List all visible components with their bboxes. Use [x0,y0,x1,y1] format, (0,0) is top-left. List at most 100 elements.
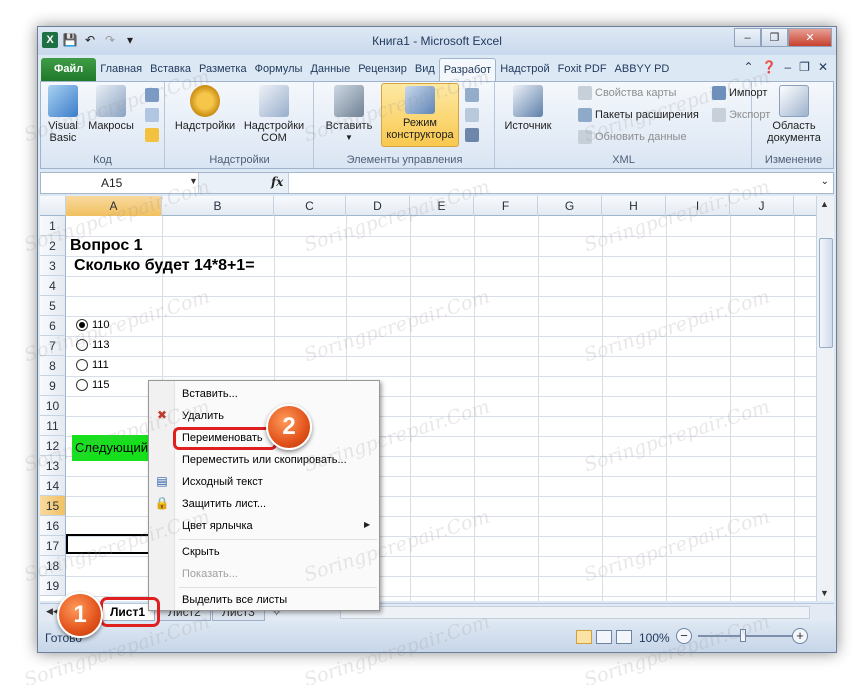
row-header[interactable]: 5 [40,296,66,316]
row-header[interactable]: 16 [40,516,66,536]
minimize-ribbon-icon[interactable]: ⌃ [743,60,753,74]
row-header[interactable]: 1 [40,216,66,236]
row-header[interactable]: 11 [40,416,66,436]
tab-insert[interactable]: Вставка [146,58,195,81]
macro-security-icon[interactable] [145,128,159,142]
wb-minimize-icon[interactable]: – [784,60,791,74]
radio-option-115[interactable]: 115 [76,379,110,391]
tab-page-layout[interactable]: Разметка [195,58,251,81]
expand-formula-icon[interactable]: ⌄ [821,176,829,187]
vertical-scrollbar[interactable]: ▲ ▼ [816,196,834,601]
radio-option-111[interactable]: 111 [76,359,109,371]
row-header[interactable]: 8 [40,356,66,376]
zoom-in-icon[interactable]: + [792,628,808,644]
column-header-e[interactable]: E [410,196,474,216]
menu-item-insert[interactable]: Вставить... [182,388,238,400]
zoom-out-icon[interactable]: − [676,628,692,644]
design-mode-button[interactable]: Режим конструктора [381,83,459,147]
row-header[interactable]: 14 [40,476,66,496]
row-header-selected[interactable]: 15 [40,496,66,516]
radio-option-113[interactable]: 113 [76,339,110,351]
tab-view[interactable]: Вид [411,58,439,81]
name-box[interactable]: A15 [41,173,199,193]
column-header-f[interactable]: F [474,196,538,216]
zoom-level[interactable]: 100% [639,631,670,645]
column-header-a[interactable]: A [66,196,162,216]
cell-a3-question-text[interactable]: Сколько будет 14*8+1= [74,257,255,275]
normal-view-icon[interactable] [576,630,592,644]
document-panel-button[interactable]: Область документа [759,85,829,144]
refresh-data-button[interactable]: Обновить данные [578,130,687,144]
close-button[interactable]: ✕ [788,28,832,47]
page-layout-view-icon[interactable] [596,630,612,644]
menu-item-move-copy[interactable]: Переместить или скопировать... [182,454,347,466]
zoom-slider-track[interactable] [698,635,794,637]
column-header-g[interactable]: G [538,196,602,216]
help-icon[interactable]: ❓ [762,60,777,74]
expansion-packs-button[interactable]: Пакеты расширения [578,108,699,122]
column-header-d[interactable]: D [346,196,410,216]
column-header-j[interactable]: J [730,196,794,216]
vertical-scroll-thumb[interactable] [819,238,833,348]
tab-file[interactable]: Файл [41,58,97,81]
cell-a2-question-title[interactable]: Вопрос 1 [70,237,143,255]
column-header-h[interactable]: H [602,196,666,216]
tab-abbyy-pdf[interactable]: ABBYY PD [611,58,674,81]
record-macro-icon[interactable] [145,88,159,102]
insert-control-button[interactable]: Вставить ▼ [321,85,377,144]
tab-review[interactable]: Рецензир [354,58,411,81]
column-header-c[interactable]: C [274,196,346,216]
wb-restore-icon[interactable]: ❐ [799,60,810,74]
menu-item-protect[interactable]: Защитить лист... [182,498,266,510]
page-break-view-icon[interactable] [616,630,632,644]
column-header-b[interactable]: B [162,196,274,216]
row-header[interactable]: 3 [40,256,66,276]
horizontal-scrollbar[interactable] [340,606,810,619]
view-code-icon[interactable] [465,108,479,122]
row-header[interactable]: 6 [40,316,66,336]
tab-data[interactable]: Данные [306,58,354,81]
minimize-button[interactable]: – [734,28,761,47]
name-box-dropdown-icon[interactable]: ▼ [189,176,198,186]
row-header[interactable]: 17 [40,536,66,556]
scroll-down-icon[interactable]: ▼ [820,588,829,598]
row-header[interactable]: 13 [40,456,66,476]
tab-formulas[interactable]: Формулы [251,58,307,81]
tab-developer[interactable]: Разработ [438,58,497,81]
select-all-corner[interactable] [40,196,66,216]
com-addins-button[interactable]: Надстройки COM [238,85,310,144]
macros-button[interactable]: Макросы [85,85,137,132]
zoom-slider-thumb[interactable] [740,629,746,642]
properties-icon[interactable] [465,88,479,102]
tab-foxit-pdf[interactable]: Foxit PDF [554,58,611,81]
menu-item-delete[interactable]: Удалить [182,410,224,422]
tab-addins[interactable]: Надстрой [496,58,553,81]
gridline [730,216,731,601]
addins-button[interactable]: Надстройки [172,85,238,132]
row-header[interactable]: 19 [40,576,66,596]
row-header[interactable]: 4 [40,276,66,296]
row-header[interactable]: 10 [40,396,66,416]
row-header[interactable]: 12 [40,436,66,456]
active-cell-a15[interactable] [66,534,161,554]
menu-item-view-code[interactable]: Исходный текст [182,476,263,488]
radio-option-110[interactable]: 110 [76,319,110,331]
xml-source-button[interactable]: Источник [500,85,556,132]
wb-close-icon[interactable]: ✕ [818,60,828,74]
row-header[interactable]: 2 [40,236,66,256]
relative-refs-icon[interactable] [145,108,159,122]
visual-basic-button[interactable]: Visual Basic [45,85,81,144]
map-properties-button[interactable]: Свойства карты [578,86,676,100]
menu-item-select-all-sheets[interactable]: Выделить все листы [182,594,287,606]
scroll-up-icon[interactable]: ▲ [820,199,829,209]
column-header-i[interactable]: I [666,196,730,216]
tab-home[interactable]: Главная [96,58,146,81]
menu-item-tab-color[interactable]: Цвет ярлычка [182,520,253,532]
restore-button[interactable]: ❐ [761,28,788,47]
row-header[interactable]: 9 [40,376,66,396]
run-dialog-icon[interactable] [465,128,479,142]
row-header[interactable]: 7 [40,336,66,356]
menu-item-hide[interactable]: Скрыть [182,546,220,558]
row-header[interactable]: 18 [40,556,66,576]
insert-function-icon[interactable]: fx [271,175,283,189]
